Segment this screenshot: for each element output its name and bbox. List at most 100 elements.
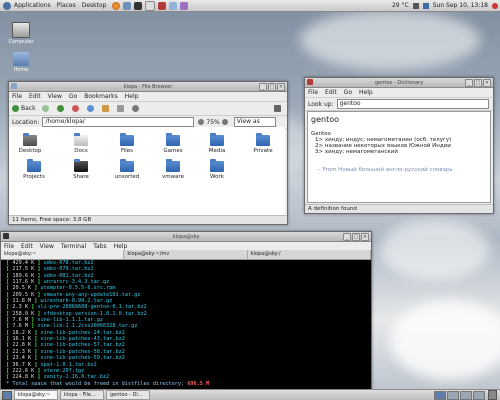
bottom-panel: klopa@sky:~ klopa - File... gentoo - Di.… bbox=[0, 389, 500, 400]
folder-unsorted[interactable]: unsorted bbox=[108, 159, 146, 180]
maximize-button[interactable]: □ bbox=[268, 83, 276, 91]
stop-button[interactable] bbox=[71, 105, 81, 112]
terminal-total-line: * Total space that would be freed in dis… bbox=[3, 381, 371, 387]
desktop-icon-home[interactable]: Home bbox=[6, 52, 36, 73]
folder-docs[interactable]: Docs bbox=[62, 133, 100, 154]
menu-desktop[interactable]: Desktop bbox=[79, 2, 110, 9]
terminal-icon[interactable] bbox=[134, 1, 143, 10]
menu-tabs[interactable]: Tabs bbox=[93, 243, 106, 250]
definition-word: gentoo bbox=[311, 115, 339, 124]
power-icon[interactable] bbox=[492, 2, 498, 9]
clock[interactable]: Sun Sep 10, 13:18 bbox=[433, 2, 488, 9]
folder-media[interactable]: Media bbox=[198, 133, 236, 154]
up-button[interactable] bbox=[56, 105, 66, 112]
folder-files[interactable]: Files bbox=[108, 133, 146, 154]
folder-desktop[interactable]: Desktop bbox=[11, 133, 49, 154]
window-title: klopa@sky bbox=[172, 233, 200, 240]
home-button[interactable] bbox=[101, 105, 111, 112]
menu-go[interactable]: Go bbox=[69, 93, 77, 100]
menu-edit[interactable]: Edit bbox=[29, 93, 41, 100]
desktop-icon-computer[interactable]: Computer bbox=[6, 22, 36, 45]
up-arrow-icon bbox=[56, 105, 64, 112]
definition-sense: 3> хинду; немагометанский bbox=[315, 149, 398, 155]
dictionary-titlebar[interactable]: gentoo - Dictionary _ □ × bbox=[305, 78, 493, 88]
dictionary-statusbar: A definition found bbox=[305, 204, 493, 213]
menu-applications[interactable]: Applications bbox=[11, 2, 54, 9]
tab-mv[interactable]: klopa@sky:~/mv bbox=[124, 250, 248, 259]
folder-games[interactable]: Games bbox=[154, 133, 192, 154]
task-terminal[interactable]: klopa@sky:~ bbox=[14, 390, 58, 400]
zoom-in-icon[interactable] bbox=[221, 119, 228, 125]
definition-pane: gentoo Gentoo 1> хинду; индус; немагомет… bbox=[307, 111, 491, 203]
folder-projects[interactable]: Projects bbox=[15, 159, 53, 180]
task-dictionary[interactable]: gentoo - Di... bbox=[106, 390, 150, 400]
minimize-button[interactable]: _ bbox=[465, 79, 473, 87]
menu-file[interactable]: File bbox=[308, 89, 318, 96]
menu-view[interactable]: View bbox=[48, 93, 62, 100]
menu-places[interactable]: Places bbox=[54, 2, 79, 9]
view-mode-select[interactable]: View as Icons bbox=[233, 117, 276, 133]
menu-terminal[interactable]: Terminal bbox=[61, 243, 86, 250]
terminal-output[interactable]: [ 429.4 K ] udev-078.tar.bz2 [ 217.5 K ]… bbox=[1, 260, 371, 390]
computer-button[interactable] bbox=[116, 105, 126, 112]
zoom-out-icon[interactable] bbox=[198, 119, 205, 125]
workspace-3[interactable] bbox=[460, 390, 472, 400]
folder-label: Media bbox=[208, 148, 226, 154]
menu-file[interactable]: File bbox=[12, 93, 22, 100]
menu-help[interactable]: Help bbox=[114, 243, 128, 250]
folder-share[interactable]: Share bbox=[62, 159, 100, 180]
search-button[interactable] bbox=[131, 105, 141, 112]
close-button[interactable]: × bbox=[277, 83, 285, 91]
menu-help[interactable]: Help bbox=[359, 89, 373, 96]
tab-home[interactable]: klopa@sky:~ bbox=[1, 250, 125, 259]
close-button[interactable]: × bbox=[361, 233, 369, 241]
menu-go[interactable]: Go bbox=[344, 89, 352, 96]
task-file-browser[interactable]: klopa - File... bbox=[60, 390, 104, 400]
folder-icon bbox=[74, 133, 88, 146]
workspace-2[interactable] bbox=[447, 390, 459, 400]
menu-file[interactable]: File bbox=[4, 243, 14, 250]
reload-button[interactable] bbox=[86, 105, 96, 112]
menu-view[interactable]: View bbox=[40, 243, 54, 250]
firefox-icon[interactable] bbox=[112, 1, 121, 10]
folder-work[interactable]: Work bbox=[198, 159, 236, 180]
gnome-foot-icon[interactable] bbox=[3, 1, 11, 10]
folder-vmware[interactable]: vmware bbox=[154, 159, 192, 180]
home-icon bbox=[101, 105, 109, 112]
maximize-button[interactable]: □ bbox=[352, 233, 360, 241]
desktop-icon-label: Home bbox=[13, 67, 29, 73]
menu-help[interactable]: Help bbox=[125, 93, 139, 100]
show-desktop-icon[interactable] bbox=[2, 390, 12, 400]
editor-icon[interactable] bbox=[145, 0, 156, 11]
terminal-titlebar[interactable]: klopa@sky _ □ × bbox=[1, 232, 371, 242]
forward-button[interactable] bbox=[41, 105, 51, 112]
back-button[interactable]: Back bbox=[12, 105, 36, 112]
zoom-level[interactable]: 75% bbox=[206, 119, 219, 126]
minimize-button[interactable]: _ bbox=[343, 233, 351, 241]
menu-edit[interactable]: Edit bbox=[325, 89, 337, 96]
menu-edit[interactable]: Edit bbox=[21, 243, 33, 250]
trash-icon[interactable] bbox=[488, 390, 497, 400]
folder-label: Work bbox=[210, 174, 224, 180]
network-icon[interactable] bbox=[422, 2, 429, 9]
mail-icon[interactable] bbox=[123, 1, 132, 10]
dictionary-icon[interactable] bbox=[158, 1, 167, 10]
lookup-input[interactable]: gentoo bbox=[336, 99, 489, 109]
menu-bookmarks[interactable]: Bookmarks bbox=[84, 93, 118, 100]
tab-root[interactable]: klopa@sky:/ bbox=[247, 250, 371, 259]
pidgin-icon[interactable] bbox=[180, 1, 189, 10]
workspace-1[interactable] bbox=[434, 390, 446, 400]
file-browser-titlebar[interactable]: klopa - File Browser _ □ × bbox=[9, 82, 287, 92]
minimize-button[interactable]: _ bbox=[259, 83, 267, 91]
location-input[interactable]: /home/klopa/ bbox=[42, 117, 195, 127]
folder-label: Files bbox=[120, 148, 134, 154]
maximize-button[interactable]: □ bbox=[474, 79, 482, 87]
close-button[interactable]: × bbox=[483, 79, 491, 87]
volume-icon[interactable] bbox=[412, 2, 419, 9]
workspace-4[interactable] bbox=[473, 390, 485, 400]
folder-label: Docs bbox=[74, 148, 88, 154]
folder-label: vmware bbox=[161, 174, 184, 180]
search-icon[interactable] bbox=[169, 1, 178, 10]
forward-arrow-icon bbox=[41, 105, 49, 112]
folder-private[interactable]: Private bbox=[244, 133, 282, 154]
